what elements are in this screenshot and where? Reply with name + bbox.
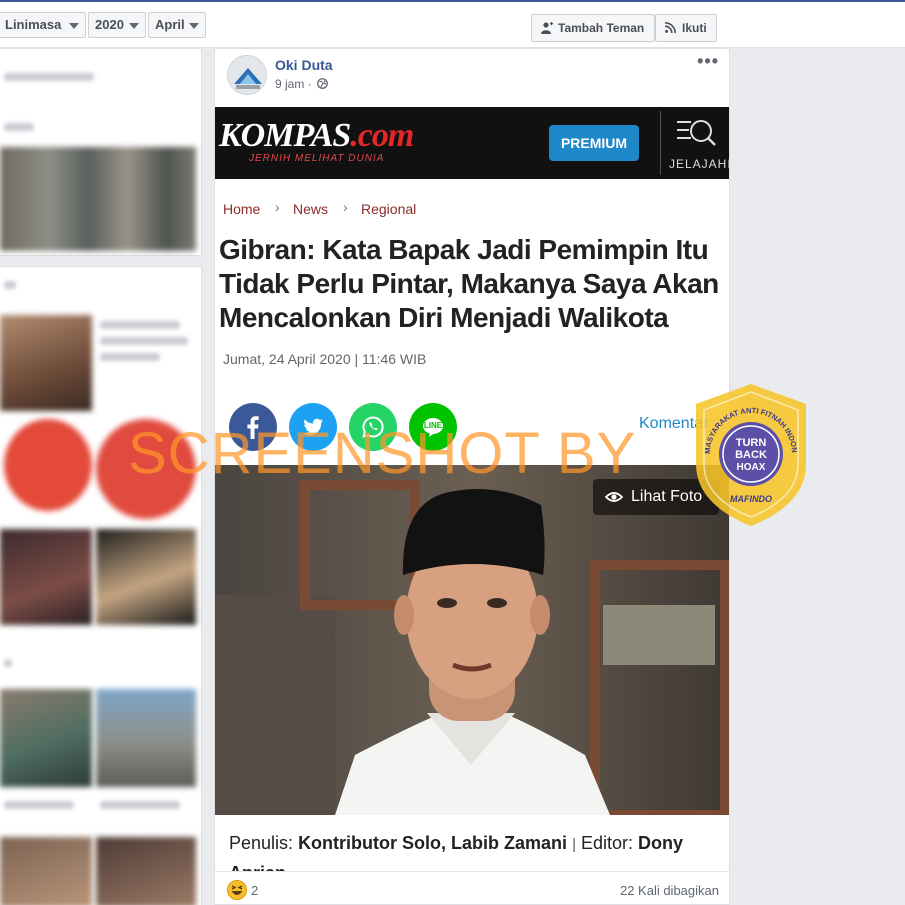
kompas-logo: KOMPAS.com — [219, 117, 414, 155]
avatar-image — [228, 56, 266, 94]
eye-icon — [605, 492, 623, 502]
rss-icon — [665, 22, 676, 33]
kompas-logo-main: KOMPAS — [219, 117, 351, 154]
explore-label[interactable]: JELAJAHI — [669, 157, 729, 171]
kompas-header: KOMPAS.com JERNIH MELIHAT DUNIA PREMIUM … — [215, 107, 729, 179]
year-dropdown-label: 2020 — [95, 17, 124, 32]
blurred-photo — [0, 147, 196, 251]
post-footer: 2 22 Kali dibagikan — [215, 871, 729, 904]
chevron-down-icon — [129, 23, 139, 29]
top-bar: Linimasa 2020 April Tambah Teman Ikuti — [0, 0, 905, 48]
mafindo-logo-icon: MASYARAKAT ANTI FITNAH INDONESIA TURN BA… — [687, 375, 806, 526]
article-photo-image — [215, 465, 729, 815]
breadcrumb-news[interactable]: News — [293, 201, 328, 217]
blurred-photo — [96, 689, 196, 787]
editor-label: Editor: — [581, 833, 634, 853]
timeline-dropdown[interactable]: Linimasa — [0, 12, 86, 38]
blurred-photo — [0, 529, 92, 625]
post-author-link[interactable]: Oki Duta — [275, 57, 333, 73]
turnbackhoax-badge: MASYARAKAT ANTI FITNAH INDONESIA TURN BA… — [687, 375, 812, 533]
screenshot-watermark: SCREENSHOT BY — [128, 421, 637, 486]
badge-org: MAFINDO — [730, 494, 772, 504]
badge-line-3: HOAX — [737, 462, 766, 473]
laugh-reaction-icon[interactable] — [227, 880, 247, 900]
blurred-photo — [96, 529, 196, 625]
person-add-icon — [541, 22, 553, 34]
globe-icon — [317, 78, 328, 89]
chevron-down-icon — [69, 23, 79, 29]
month-dropdown-label: April — [155, 17, 185, 32]
add-friend-button[interactable]: Tambah Teman — [531, 14, 655, 42]
blurred-photo — [96, 837, 196, 905]
author-name: Kontributor Solo, Labib Zamani — [298, 833, 568, 853]
badge-line-2: BACK — [735, 449, 767, 461]
follow-label: Ikuti — [682, 21, 707, 35]
blurred-card — [0, 48, 202, 256]
breadcrumb-separator: › — [275, 199, 280, 215]
breadcrumb-regional[interactable]: Regional — [361, 201, 416, 217]
badge-line-1: TURN — [736, 437, 767, 449]
avatar[interactable] — [227, 55, 267, 95]
add-friend-label: Tambah Teman — [558, 21, 645, 35]
blurred-photo — [0, 689, 92, 787]
blurred-photo — [0, 837, 92, 905]
kompas-logo-dot: .com — [350, 117, 414, 154]
kompas-tagline: JERNIH MELIHAT DUNIA — [249, 153, 385, 164]
year-dropdown[interactable]: 2020 — [88, 12, 146, 38]
breadcrumb-home[interactable]: Home — [223, 201, 260, 217]
timeline-dropdown-label: Linimasa — [5, 17, 62, 32]
post-timestamp[interactable]: 9 jam · — [275, 77, 312, 91]
blurred-card — [0, 266, 202, 905]
blurred-photo — [4, 419, 92, 511]
article-date: Jumat, 24 April 2020 | 11:46 WIB — [223, 351, 427, 367]
author-label: Penulis: — [229, 833, 294, 853]
chevron-down-icon — [189, 23, 199, 29]
blurred-photo — [0, 315, 92, 411]
follow-button[interactable]: Ikuti — [655, 14, 717, 42]
article-headline: Gibran: Kata Bapak Jadi Pemimpin Itu Tid… — [219, 234, 719, 333]
reaction-count[interactable]: 2 — [251, 883, 258, 898]
post-options-button[interactable]: ••• — [697, 51, 719, 72]
post-meta: 9 jam · — [275, 77, 328, 91]
article-photo[interactable]: Lihat Foto — [215, 465, 729, 815]
header-divider — [660, 111, 661, 175]
month-dropdown[interactable]: April — [148, 12, 206, 38]
share-count[interactable]: 22 Kali dibagikan — [620, 883, 719, 898]
premium-button[interactable]: PREMIUM — [549, 125, 639, 161]
breadcrumb-separator: › — [343, 199, 348, 215]
search-menu-icon[interactable] — [677, 117, 719, 151]
credit-separator: | — [572, 836, 576, 853]
